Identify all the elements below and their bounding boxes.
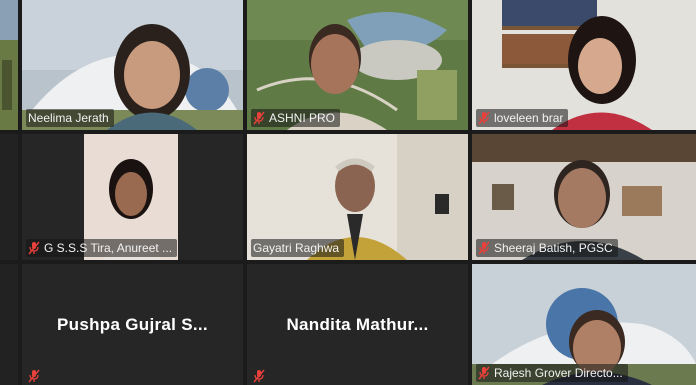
video-tile-loveleen[interactable]: loveleen brar: [472, 0, 696, 130]
edge-tile-bottom[interactable]: [0, 264, 18, 385]
video-tile-sheeraj[interactable]: Sheeraj Batish, PGSC: [472, 134, 696, 260]
mic-muted-icon: [478, 241, 490, 255]
participant-name-center: Pushpa Gujral S...: [57, 314, 208, 334]
participant-name: Sheeraj Batish, PGSC: [494, 241, 613, 255]
video-tile-anureet[interactable]: G S.S.S Tira, Anureet ...: [22, 134, 243, 260]
video-tile-gayatri[interactable]: Gayatri Raghwa: [247, 134, 468, 260]
participant-name-center: Nandita Mathur...: [286, 314, 429, 334]
name-tag: Rajesh Grover Directo...: [476, 364, 628, 382]
video-tile-pushpa[interactable]: Pushpa Gujral S...: [22, 264, 243, 385]
edge-tile-mid[interactable]: [0, 134, 18, 260]
name-tag: loveleen brar: [476, 109, 569, 127]
name-tag: G S.S.S Tira, Anureet ...: [26, 239, 178, 257]
participant-name: ASHNI PRO: [269, 111, 336, 125]
video-tile-ashni[interactable]: ASHNI PRO: [247, 0, 468, 130]
edge-scene: [0, 0, 18, 130]
participant-name: G S.S.S Tira, Anureet ...: [44, 241, 173, 255]
name-tag: ASHNI PRO: [251, 109, 341, 127]
video-tile-nandita[interactable]: Nandita Mathur...: [247, 264, 468, 385]
participant-name: loveleen brar: [494, 111, 564, 125]
participant-name: Rajesh Grover Directo...: [494, 366, 623, 380]
video-tile-neelima[interactable]: Neelima Jerath: [22, 0, 243, 130]
mic-muted-icon: [28, 369, 40, 383]
name-tag: Gayatri Raghwa: [251, 239, 345, 257]
video-tile-rajesh[interactable]: Rajesh Grover Directo...: [472, 264, 696, 385]
mic-muted-icon: [253, 111, 265, 125]
edge-tile-top[interactable]: [0, 0, 18, 130]
mic-muted-icon: [28, 241, 40, 255]
name-tag: Sheeraj Batish, PGSC: [476, 239, 618, 257]
mic-muted-icon: [253, 369, 265, 383]
mic-muted-icon: [478, 366, 490, 380]
participant-name: Gayatri Raghwa: [253, 241, 340, 255]
name-tag: Neelima Jerath: [26, 109, 114, 127]
participant-name: Neelima Jerath: [28, 111, 109, 125]
mic-muted-icon: [478, 111, 490, 125]
